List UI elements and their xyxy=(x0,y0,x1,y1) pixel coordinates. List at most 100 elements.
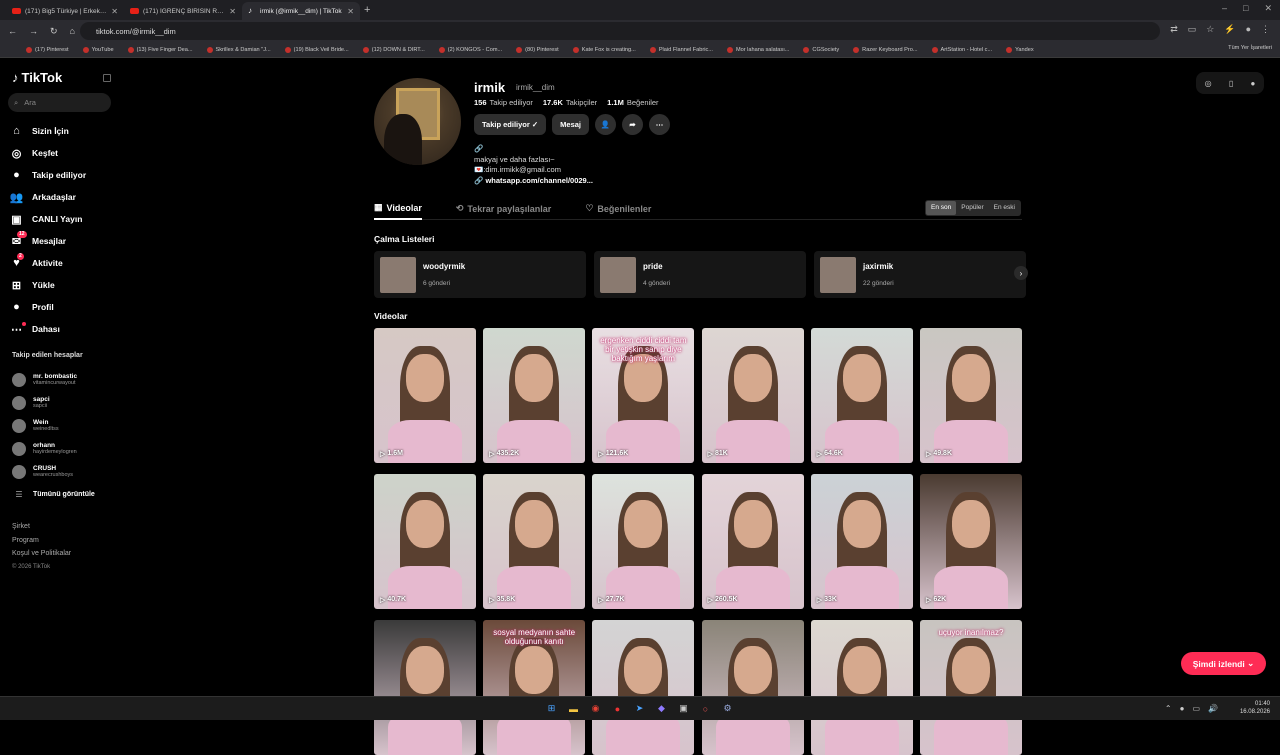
url-input[interactable]: tiktok.com/@irmik__dim xyxy=(80,22,1160,40)
view-count: ▷ 81K xyxy=(708,450,728,458)
home-button-icon[interactable]: ⌂ xyxy=(70,26,75,36)
sort-oldest[interactable]: En eski xyxy=(989,201,1020,215)
tab-liked[interactable]: ♡ Beğenilenler xyxy=(585,198,651,220)
file-explorer-icon[interactable]: ▬ xyxy=(566,701,581,716)
playlist-card[interactable]: woodyrmik 6 gönderi xyxy=(374,251,586,298)
system-clock[interactable]: 01:40 16.08.2026 xyxy=(1240,700,1270,716)
bookmark-item[interactable]: YouTube xyxy=(82,46,114,53)
video-thumbnail[interactable] xyxy=(701,620,804,755)
minimize-icon[interactable]: – xyxy=(1222,3,1227,14)
network-icon[interactable]: ▭ xyxy=(1192,704,1200,713)
following-stat[interactable]: 156 Takip ediliyor xyxy=(474,98,533,107)
bookmark-item[interactable]: Mor lahana salatası... xyxy=(726,46,789,53)
video-thumbnail[interactable]: ▷ 64.6K xyxy=(810,328,913,463)
new-tab-button[interactable]: + xyxy=(364,4,370,16)
bookmark-item[interactable]: Kate Fox is creating... xyxy=(572,46,636,53)
face-shape xyxy=(951,354,990,402)
playlist-card[interactable]: pride 4 gönderi xyxy=(594,251,806,298)
bookmark-item[interactable]: Razer Keyboard Pro... xyxy=(853,46,918,53)
steam-icon[interactable]: ⚙ xyxy=(720,701,735,716)
account-avatar-icon[interactable]: ● xyxy=(1251,79,1256,88)
video-thumbnail[interactable]: ▷ 435.2K xyxy=(483,328,586,463)
bookmark-label: Razer Keyboard Pro... xyxy=(862,46,918,53)
close-tab-icon[interactable]: ✕ xyxy=(347,7,354,16)
maximize-icon[interactable]: □ xyxy=(1243,3,1248,14)
play-icon: ▷ xyxy=(380,597,386,604)
share-icon[interactable]: ➦ xyxy=(622,114,644,135)
close-tab-icon[interactable]: ✕ xyxy=(111,7,118,16)
profile-icon[interactable]: ● xyxy=(1246,24,1251,35)
bookmark-item[interactable]: (17) Pinterest xyxy=(26,46,69,53)
terminal-icon[interactable]: ▣ xyxy=(676,701,691,716)
face-shape xyxy=(406,354,444,402)
bookmark-item[interactable]: Yandex xyxy=(1006,46,1034,53)
profile-avatar[interactable] xyxy=(374,78,461,165)
compass-small-icon[interactable]: ◎ xyxy=(1205,79,1212,88)
bio-link[interactable]: 🔗 whatsapp.com/channel/0029... xyxy=(474,176,593,187)
bookmark-item[interactable]: (19) Black Veil Bride... xyxy=(284,46,349,53)
more-options-icon[interactable]: ⋯ xyxy=(649,114,671,135)
video-thumbnail[interactable]: uçuyor inanılmaz? xyxy=(919,620,1022,755)
bookmark-item[interactable]: (13) Five Finger Dea... xyxy=(127,46,193,53)
bookmark-item[interactable]: Skrillex & Damian "J... xyxy=(206,46,271,53)
watch-now-button[interactable]: Şimdi izlendi ⌄ xyxy=(1181,652,1266,675)
chevron-right-icon[interactable]: › xyxy=(1014,266,1028,280)
add-friend-icon[interactable]: 👤 xyxy=(595,114,617,135)
sort-popular[interactable]: Popüler xyxy=(956,201,988,215)
video-thumbnail[interactable]: ▷ 49.8K xyxy=(919,328,1022,463)
profile-main: irmik irmik__dim 156 Takip ediliyor 17.6K… xyxy=(0,58,1280,755)
chrome-icon[interactable]: ◉ xyxy=(588,701,603,716)
bookmark-item[interactable]: CGSociety xyxy=(803,46,839,53)
video-thumbnail[interactable]: ▷ 62K xyxy=(919,474,1022,609)
message-button[interactable]: Mesaj xyxy=(552,114,590,135)
forward-icon[interactable]: → xyxy=(29,26,38,36)
video-thumbnail[interactable] xyxy=(592,620,695,755)
all-bookmarks-link[interactable]: Tüm Yer İşaretleri xyxy=(1228,45,1272,51)
device-icon[interactable]: ▯ xyxy=(1229,79,1233,88)
followers-stat[interactable]: 17.6K Takipçiler xyxy=(543,98,597,107)
bookmark-item[interactable]: (2) KONGOS - Com... xyxy=(438,46,502,53)
close-tab-icon[interactable]: ✕ xyxy=(229,7,236,16)
sort-latest[interactable]: En son xyxy=(926,201,957,215)
bookmark-item[interactable]: ArtStation - Hotel c... xyxy=(931,46,992,53)
playlist-card[interactable]: jaxirmik 22 gönderi xyxy=(814,251,1026,298)
bookmark-item[interactable]: (80) Pinterest xyxy=(516,46,559,53)
browser-tab[interactable]: (171) Big5 Türkiye | Erkek Hazır✕ xyxy=(6,2,124,20)
cast-icon[interactable]: ▭ xyxy=(1188,24,1197,35)
reload-icon[interactable]: ↻ xyxy=(50,26,58,37)
translate-icon[interactable]: ⇄ xyxy=(1170,24,1178,35)
mic-icon[interactable]: ● xyxy=(1180,704,1185,713)
tab-videos[interactable]: ▦ Videolar xyxy=(374,198,422,220)
video-thumbnail[interactable]: sosyal medyanın sahte olduğunun kanıtı xyxy=(483,620,586,755)
bookmark-item[interactable]: Plaid Flannel Fabric... xyxy=(649,46,713,53)
opera-icon[interactable]: ○ xyxy=(698,701,713,716)
close-window-icon[interactable]: ✕ xyxy=(1264,3,1272,14)
bookmark-star-icon[interactable]: ☆ xyxy=(1206,24,1214,35)
bookmark-label: Skrillex & Damian "J... xyxy=(215,46,271,53)
video-thumbnail[interactable]: ergenken ciddi ciddi tam bir yetişkin sa… xyxy=(592,328,695,463)
tray-arrow-icon[interactable]: ⌃ xyxy=(1165,704,1172,713)
menu-icon[interactable]: ⋮ xyxy=(1261,24,1270,35)
video-thumbnail[interactable]: ▷ 35.8K xyxy=(483,474,586,609)
video-thumbnail[interactable]: ▷ 1.6M xyxy=(374,328,476,463)
telegram-icon[interactable]: ➤ xyxy=(632,701,647,716)
browser-tab[interactable]: (171) İĞRENÇ BİRİSİN RENGİN✕ xyxy=(124,2,242,20)
video-thumbnail[interactable]: ▷ 33K xyxy=(810,474,913,609)
following-button[interactable]: Takip ediliyor ✓ xyxy=(474,114,547,135)
volume-icon[interactable]: 🔊 xyxy=(1208,704,1218,713)
video-thumbnail[interactable]: ▷ 81K xyxy=(701,328,804,463)
app-icon[interactable]: ● xyxy=(610,701,625,716)
video-thumbnail[interactable] xyxy=(374,620,476,755)
bookmark-item[interactable]: (12) DOWN & DIRT... xyxy=(362,46,425,53)
browser-tab-active[interactable]: ♪ irmik (@irmik__dim) | TikTok ✕ xyxy=(242,2,360,20)
video-thumbnail[interactable] xyxy=(810,620,913,755)
windows-start-icon[interactable]: ⊞ xyxy=(544,701,559,716)
extensions-icon[interactable]: ⚡ xyxy=(1224,24,1235,35)
video-thumbnail[interactable]: ▷ 27.7K xyxy=(592,474,695,609)
video-thumbnail[interactable]: ▷ 260.5K xyxy=(701,474,804,609)
video-thumbnail[interactable]: ▷ 40.7K xyxy=(374,474,476,609)
discord-icon[interactable]: ◆ xyxy=(654,701,669,716)
playlist-count: 6 gönderi xyxy=(423,280,451,287)
tab-reposts[interactable]: ⟲ Tekrar paylaşılanlar xyxy=(456,198,551,220)
back-icon[interactable]: ← xyxy=(8,26,17,36)
